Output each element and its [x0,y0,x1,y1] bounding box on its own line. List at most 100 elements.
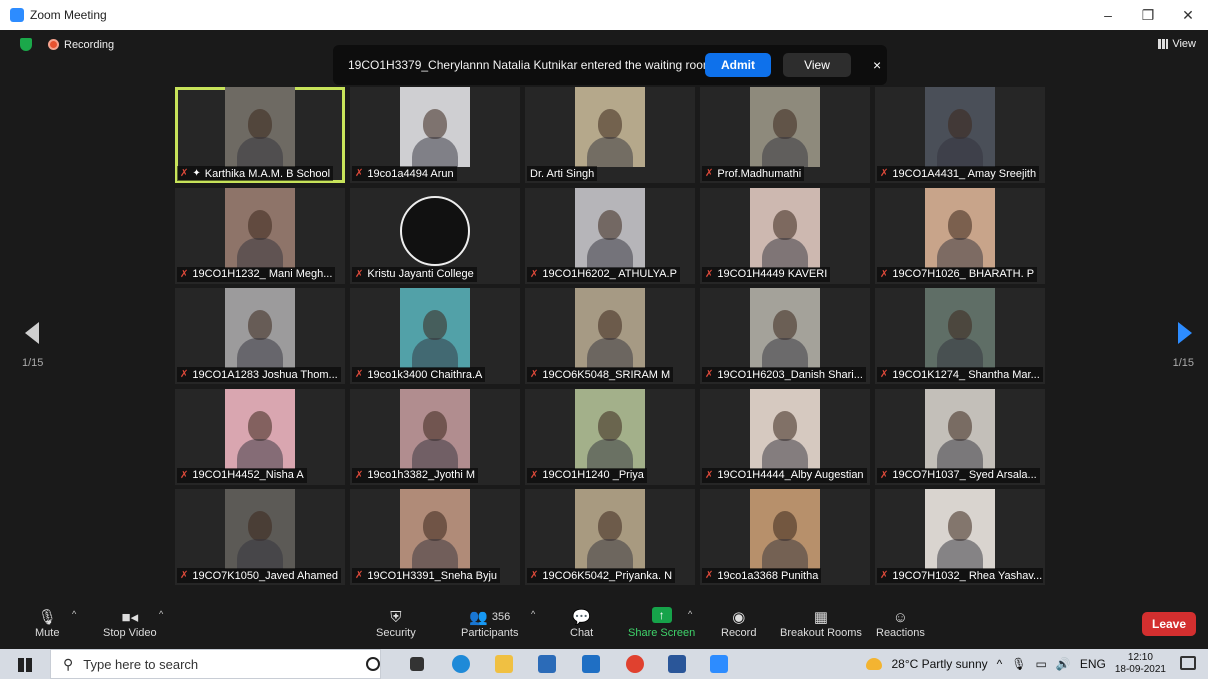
participant-tile[interactable]: ✗ 19CO1A1283 Joshua Thom... [175,288,345,384]
volume-icon[interactable]: 🔊 [1056,657,1071,671]
language-indicator[interactable]: ENG [1080,657,1106,671]
close-window-button[interactable]: ✕ [1168,0,1208,30]
video-options-caret-icon[interactable]: ^ [159,609,163,619]
clock[interactable]: 12:10 18-09-2021 [1115,652,1166,676]
view-waiting-room-button[interactable]: View [783,53,851,77]
word-icon[interactable] [668,655,686,673]
show-hidden-icons-icon[interactable]: ^ [997,657,1003,671]
participant-tile[interactable]: ✗ ✦ Karthika M.A.M. B School [175,87,345,183]
participant-tile[interactable]: ✗ Kristu Jayanti College [350,187,520,284]
share-screen-button[interactable]: ↑ Share Screen [628,607,695,639]
participant-tile[interactable]: ✗ 19CO1A4431_ Amay Sreejith [875,87,1045,183]
participant-body [587,137,633,167]
participant-tile[interactable]: ✗ 19CO1H1232_ Mani Megh... [175,187,345,284]
previous-page-arrow-icon[interactable] [25,322,39,344]
participant-tile[interactable]: ✗ 19co1a3368 Punitha [700,489,870,585]
participants-options-caret-icon[interactable]: ^ [531,609,535,619]
participant-tile[interactable]: ✗ 19co1k3400 Chaithra.A [350,288,520,384]
stop-video-button[interactable]: ■◂ Stop Video [103,607,157,639]
participant-tile[interactable]: ✗ 19CO1H6203_Danish Shari... [700,288,870,384]
participant-face [248,209,272,240]
chrome-icon[interactable] [626,655,644,673]
mail-icon[interactable] [582,655,600,673]
cortana-icon[interactable] [366,657,380,671]
participant-tile[interactable]: ✗ 19CO6K5048_SRIRAM M [525,288,695,384]
zoom-taskbar-icon[interactable] [710,655,728,673]
search-placeholder: Type here to search [83,656,199,672]
participant-tile[interactable]: ✗ 19CO1H1240 _Priya [525,388,695,485]
muted-mic-icon: ✗ [355,570,364,581]
breakout-rooms-button[interactable]: ▦ Breakout Rooms [780,607,862,639]
microphone-tray-icon[interactable]: 🎙 [1011,657,1026,671]
participant-tile[interactable]: ✗ 19CO1H6202_ ATHULYA.P [525,187,695,284]
participants-button[interactable]: 👥 356 Participants [461,607,518,639]
participant-body [937,438,983,469]
weather-text[interactable]: 28°C Partly sunny [891,657,987,671]
weather-cloud-icon[interactable] [866,658,883,670]
participant-tile[interactable]: ✗ 19co1a4494 Arun [350,87,520,183]
participant-tile[interactable]: ✗ 19CO7K1050_Javed Ahamed [175,489,345,585]
share-options-caret-icon[interactable]: ^ [688,609,692,619]
participant-name: 19CO1H6203_Danish Shari... [717,368,863,381]
participant-face [948,109,972,139]
participant-tile[interactable]: ✗ 19CO7H1026_ BHARATH. P [875,187,1045,284]
participant-nameplate: ✗ 19CO7H1037_ Syed Arsala... [877,467,1040,483]
participant-video [750,489,820,569]
minimize-button[interactable]: – [1088,0,1128,30]
restore-button[interactable]: ❐ [1128,0,1168,30]
participant-tile[interactable]: ✗ 19CO7H1032_ Rhea Yashav... [875,489,1045,585]
participant-face [423,410,447,441]
participant-nameplate: ✗ 19CO1H6203_Danish Shari... [702,367,866,382]
participant-tile[interactable]: ✗ 19CO1K1274_ Shantha Mar... [875,288,1045,384]
notifications-icon[interactable] [1180,656,1196,670]
participant-face [948,310,972,340]
participant-tile[interactable]: Dr. Arti Singh [525,87,695,183]
view-layout-button[interactable]: View [1158,38,1196,50]
muted-mic-icon: ✗ [530,369,539,380]
participant-body [237,137,283,167]
participant-nameplate: ✗ ✦ Karthika M.A.M. B School [177,166,334,181]
participant-tile[interactable]: ✗ 19CO1H4449 KAVERI [700,187,870,284]
participant-tile[interactable]: ✗ 19CO1H4444_Alby Augestian [700,388,870,485]
participant-nameplate: ✗ 19CO1H6202_ ATHULYA.P [527,266,680,282]
store-icon[interactable] [538,655,556,673]
recording-indicator[interactable]: Recording [20,38,114,51]
muted-mic-icon: ✗ [880,570,889,581]
file-explorer-icon[interactable] [495,655,513,673]
muted-mic-icon: ✗ [705,369,714,380]
admit-button[interactable]: Admit [705,53,771,77]
next-page-arrow-icon[interactable] [1178,322,1192,344]
record-button[interactable]: ◉ Record [721,607,756,639]
participant-face [248,310,272,340]
participant-tile[interactable]: ✗ 19CO7H1037_ Syed Arsala... [875,388,1045,485]
encryption-shield-icon[interactable] [20,38,32,51]
leave-button[interactable]: Leave [1142,612,1196,636]
audio-options-caret-icon[interactable]: ^ [72,609,76,619]
edge-browser-icon[interactable] [452,655,470,673]
participant-video [925,187,995,268]
reactions-button[interactable]: ☺ Reactions [876,607,925,640]
chat-button[interactable]: 💬 Chat [570,607,593,639]
participant-tile[interactable]: ✗ 19CO6K5042_Priyanka. N [525,489,695,585]
share-screen-arrow-icon: ↑ [651,607,672,623]
mute-button[interactable]: 🎙 Mute [35,607,59,639]
participant-name: Prof.Madhumathi [717,167,802,180]
notification-message: 19CO1H3379_Cherylannn Natalia Kutnikar e… [348,58,713,72]
task-view-icon[interactable] [410,657,424,671]
participant-tile[interactable]: ✗ 19CO1H4452_Nisha A [175,388,345,485]
close-notification-icon[interactable]: × [873,57,881,73]
shield-icon: ⛨ [390,608,402,626]
participant-tile[interactable]: ✗ 19CO1H3391_Sneha Byju [350,489,520,585]
breakout-rooms-icon: ▦ [813,609,829,626]
participant-name: 19co1h3382_Jyothi M [367,469,476,481]
participant-body [237,539,283,569]
network-icon[interactable]: ▭ [1036,657,1047,671]
view-label: View [1172,38,1196,50]
participant-nameplate: ✗ 19CO1A1283 Joshua Thom... [177,367,341,382]
participant-tile[interactable]: ✗ 19co1h3382_Jyothi M [350,388,520,485]
security-button[interactable]: ⛨ Security [376,607,416,640]
participant-tile[interactable]: ✗ Prof.Madhumathi [700,87,870,183]
windows-start-icon[interactable] [18,658,32,672]
taskbar-search-input[interactable]: ⚲ Type here to search [50,649,381,679]
participant-nameplate: ✗ 19co1k3400 Chaithra.A [352,367,486,382]
